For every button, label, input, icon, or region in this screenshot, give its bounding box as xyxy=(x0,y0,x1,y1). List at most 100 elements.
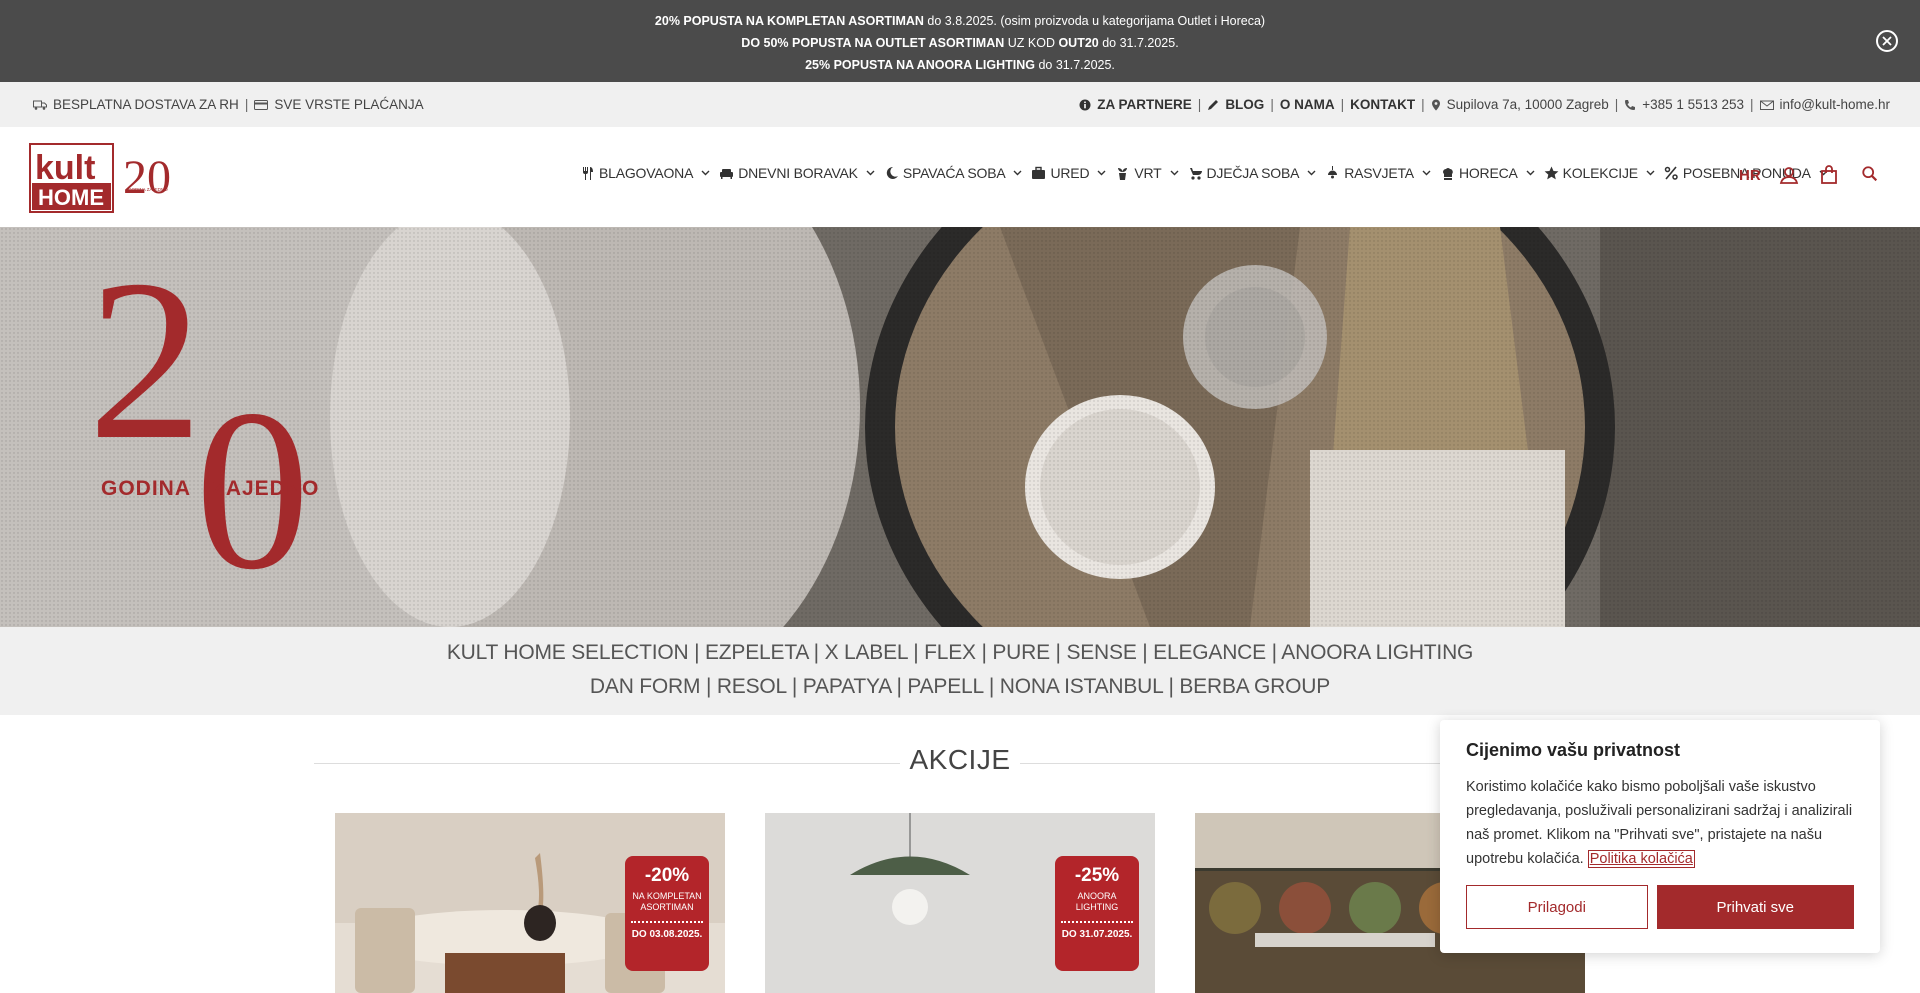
hero-tagline-left: GODINA xyxy=(101,477,191,500)
email-link[interactable]: info@kult-home.hr xyxy=(1759,97,1891,112)
blog-label: BLOG xyxy=(1225,97,1265,112)
truck-icon xyxy=(33,100,47,110)
chevron-down-icon xyxy=(866,170,875,176)
customize-cookies-button[interactable]: Prilagodi xyxy=(1466,885,1648,929)
nav-item-dječja-soba[interactable]: DJEČJA SOBA xyxy=(1188,165,1317,181)
nav-item-label: BLAGOVAONA xyxy=(599,165,694,181)
nav-item-dnevni-boravak[interactable]: DNEVNI BORAVAK xyxy=(719,165,875,181)
logo-word-home: HOME xyxy=(38,185,104,210)
user-icon xyxy=(1779,167,1799,184)
discount-badge-1: -20% NA KOMPLETAN ASORTIMAN DO 03.08.202… xyxy=(625,856,709,971)
badge-divider xyxy=(631,921,703,923)
nav-item-spavaća-soba[interactable]: SPAVAĆA SOBA xyxy=(884,165,1023,181)
address-label: Supilova 7a, 10000 Zagreb xyxy=(1446,97,1609,112)
separator: | xyxy=(1340,97,1345,112)
nav-item-kolekcije[interactable]: KOLEKCIJE xyxy=(1544,165,1655,181)
chevron-down-icon xyxy=(1170,170,1179,176)
search-icon xyxy=(1862,166,1878,182)
promo-line-2-mid: UZ KOD xyxy=(1004,36,1059,50)
separator: | xyxy=(1614,97,1619,112)
logo-word-kult: kult xyxy=(35,149,95,187)
separator: | xyxy=(1270,97,1274,112)
badge-date: DO 31.07.2025. xyxy=(1061,929,1133,940)
briefcase-icon xyxy=(1032,166,1046,179)
nav-item-ured[interactable]: URED xyxy=(1031,165,1106,181)
chevron-down-icon xyxy=(1646,170,1655,176)
account-button[interactable] xyxy=(1779,165,1799,185)
plant-icon xyxy=(1118,168,1128,180)
payment-label: SVE VRSTE PLAĆANJA xyxy=(274,97,424,112)
chevron-down-icon xyxy=(1307,170,1316,176)
lamp-icon xyxy=(1328,166,1338,179)
moon-icon xyxy=(886,166,898,179)
hero-tagline-right: ZAJEDNO xyxy=(212,477,319,500)
utility-left: BESPLATNA DOSTAVA ZA RH | SVE VRSTE PLAĆ… xyxy=(33,97,424,112)
stroller-icon xyxy=(1189,168,1202,180)
utility-bar: BESPLATNA DOSTAVA ZA RH | SVE VRSTE PLAĆ… xyxy=(0,82,1920,127)
badge-percent: -25% xyxy=(1074,865,1120,886)
about-link[interactable]: O NAMA xyxy=(1280,97,1335,112)
cart-button[interactable] xyxy=(1819,165,1839,185)
promo-line-1-rest: do 3.8.2025. (osim proizvoda u kategorij… xyxy=(923,14,1266,28)
chevron-down-icon xyxy=(1422,170,1431,176)
nav-item-label: VRT xyxy=(1134,165,1162,181)
close-icon xyxy=(1882,36,1892,46)
partners-link[interactable]: ZA PARTNERE xyxy=(1079,97,1192,112)
cookie-consent-dialog: Cijenimo vašu privatnost Koristimo kolač… xyxy=(1440,720,1880,953)
utility-right: ZA PARTNERE | BLOG | O NAMA | KONTAKT | … xyxy=(1079,97,1890,112)
chevron-down-icon xyxy=(1526,170,1535,176)
promo-code: OUT20 xyxy=(1058,36,1099,50)
shopping-bag-icon xyxy=(1821,165,1837,184)
map-pin-icon xyxy=(1431,99,1440,110)
email-label: info@kult-home.hr xyxy=(1779,97,1891,112)
sofa-icon xyxy=(720,169,734,179)
cookie-actions: Prilagodi Prihvati sve xyxy=(1466,885,1854,929)
percent-icon xyxy=(1664,166,1678,180)
blog-link[interactable]: BLOG xyxy=(1207,97,1264,112)
promo-line-2-rest: do 31.7.2025. xyxy=(1098,36,1179,50)
close-promo-button[interactable] xyxy=(1876,30,1898,52)
payment-info[interactable]: SVE VRSTE PLAĆANJA xyxy=(254,97,424,112)
promo-line-1-bold: 20% POPUSTA NA KOMPLETAN ASORTIMAN xyxy=(654,14,924,28)
hero-banner[interactable]: 2 0 GODINA ZAJEDNO xyxy=(0,227,1920,627)
nav-item-rasvjeta[interactable]: RASVJETA xyxy=(1325,165,1431,181)
badge-subtitle: NA KOMPLETAN ASORTIMAN xyxy=(632,891,702,912)
nav-item-label: DJEČJA SOBA xyxy=(1206,165,1300,181)
credit-card-icon xyxy=(254,99,269,110)
promo-line-3-bold: 25% POPUSTA NA ANOORA LIGHTING xyxy=(805,58,1035,72)
brands-line-1[interactable]: KULT HOME SELECTION | EZPELETA | X LABEL… xyxy=(0,636,1920,670)
site-logo[interactable]: kult HOME 20 GODINA ZAJEDNO xyxy=(29,143,179,213)
partners-label: ZA PARTNERE xyxy=(1097,97,1192,112)
hero-image: 2 0 GODINA ZAJEDNO xyxy=(0,227,1920,627)
address-info: Supilova 7a, 10000 Zagreb xyxy=(1431,97,1609,112)
search-button[interactable] xyxy=(1861,165,1881,185)
nav-item-label: RASVJETA xyxy=(1344,165,1414,181)
contact-link[interactable]: KONTAKT xyxy=(1350,97,1415,112)
language-selector[interactable]: HR xyxy=(1739,167,1761,184)
separator: | xyxy=(1749,97,1754,112)
nav-item-label: DNEVNI BORAVAK xyxy=(738,165,858,181)
promo-bar: 20% POPUSTA NA KOMPLETAN ASORTIMAN do 3.… xyxy=(0,0,1920,82)
brands-line-2[interactable]: DAN FORM | RESOL | PAPATYA | PAPELL | NO… xyxy=(0,670,1920,704)
accept-all-cookies-button[interactable]: Prihvati sve xyxy=(1656,885,1854,929)
shipping-info[interactable]: BESPLATNA DOSTAVA ZA RH xyxy=(33,97,239,112)
main-nav: BLAGOVAONA DNEVNI BORAVAK SPAVAĆA SOBA URED… xyxy=(580,165,1837,181)
promo-line-1: 20% POPUSTA NA KOMPLETAN ASORTIMAN do 3.… xyxy=(0,10,1920,32)
chevron-down-icon xyxy=(1097,170,1106,176)
privacy-policy-link[interactable]: Politika kolačića xyxy=(1587,850,1695,868)
badge-subtitle: ANOORA LIGHTING xyxy=(1075,891,1119,912)
star-icon xyxy=(1544,166,1559,180)
chevron-down-icon xyxy=(701,170,710,176)
nav-item-vrt[interactable]: VRT xyxy=(1115,165,1179,181)
nav-item-horeca[interactable]: HORECA xyxy=(1440,165,1535,181)
discount-badge-2: -25% ANOORA LIGHTING DO 31.07.2025. xyxy=(1055,856,1139,971)
phone-link[interactable]: +385 1 5513 253 xyxy=(1624,97,1744,112)
logo-anniversary-text: GODINA ZAJEDNO xyxy=(128,187,168,192)
promo-line-2-bold: DO 50% POPUSTA NA OUTLET ASORTIMAN xyxy=(741,36,1005,50)
promo-line-3: 25% POPUSTA NA ANOORA LIGHTING do 31.7.2… xyxy=(0,54,1920,76)
logo-anniversary-number: 20 xyxy=(123,151,171,204)
nav-item-blagovaona[interactable]: BLAGOVAONA xyxy=(580,165,710,181)
cookie-text: Koristimo kolačiće kako bismo poboljšali… xyxy=(1466,775,1854,871)
separator: | xyxy=(1197,97,1202,112)
badge-percent: -20% xyxy=(644,865,690,886)
